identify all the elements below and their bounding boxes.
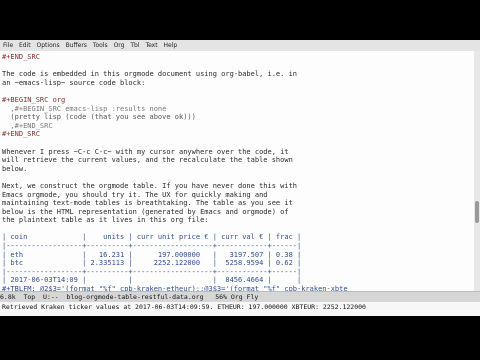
buffer-line[interactable]: the plaintext table as it lives in this …	[2, 216, 472, 225]
buffer-line[interactable]: #+BEGIN_SRC org	[2, 96, 472, 105]
buffer-line[interactable]: Whenever I press ~C-c C-c~ with my curso…	[2, 148, 472, 157]
buffer-line[interactable]: ,#+BEGIN_SRC emacs-lisp :results none	[2, 105, 472, 114]
buffer-line[interactable]: | btc | 2.335113 | 2252.122000 | 5258.95…	[2, 259, 472, 268]
buffer-line[interactable]	[2, 225, 472, 234]
buffer-line[interactable]: #+END_SRC	[2, 53, 472, 62]
buffer-line[interactable]: The code is embedded in this orgmode doc…	[2, 70, 472, 79]
menu-file[interactable]: File	[3, 42, 13, 49]
buffer-line[interactable]	[2, 62, 472, 71]
menu-edit[interactable]: Edit	[19, 42, 31, 49]
menu-help[interactable]: Help	[164, 42, 178, 49]
buffer-line[interactable]: ,#+END_SRC	[2, 122, 472, 131]
scrollbar[interactable]	[474, 51, 480, 291]
menu-bar: File Edit Options Buffers Tools Org Tbl …	[0, 40, 480, 51]
buffer-line[interactable]	[2, 173, 472, 182]
menu-tbl[interactable]: Tbl	[130, 42, 139, 49]
buffer-line[interactable]: (pretty lisp (code (that you see above o…	[2, 113, 472, 122]
buffer-line[interactable]	[2, 139, 472, 148]
emacs-window: File Edit Options Buffers Tools Org Tbl …	[0, 40, 480, 316]
buffer-line[interactable]: will retrieve the current values, and th…	[2, 156, 472, 165]
buffer-line[interactable]: |------------------+----------+---------…	[2, 242, 472, 251]
echo-area: Retrieved Kraken ticker values at 2017-0…	[0, 302, 480, 316]
buffer-line[interactable]: below is the HTML representation (genera…	[2, 208, 472, 217]
buffer-line[interactable]: maintaining text-mode tables is breathta…	[2, 199, 472, 208]
menu-buffers[interactable]: Buffers	[66, 42, 87, 49]
buffer-line[interactable]: #+END_SRC	[2, 130, 472, 139]
mode-line: 6.8k Top U:-- blog-orgmode-table-restful…	[0, 291, 480, 302]
buffer-line[interactable]: | eth | 16.231 | 197.000000 | 3197.507 |…	[2, 251, 472, 260]
menu-tools[interactable]: Tools	[93, 42, 108, 49]
buffer-line[interactable]: | 2017-06-03T14:09 | | | 8456.4664 | |	[2, 276, 472, 285]
menu-text[interactable]: Text	[145, 42, 157, 49]
buffer-line[interactable]	[2, 87, 472, 96]
buffer-line[interactable]: Next, we construct the orgmode table. If…	[2, 182, 472, 191]
buffer-line[interactable]: |------------------+----------+---------…	[2, 268, 472, 277]
menu-org[interactable]: Org	[114, 42, 125, 49]
buffer-line[interactable]: an ~emacs-lisp~ source code block:	[2, 79, 472, 88]
buffer-text[interactable]: #+END_SRC The code is embedded in this or…	[2, 53, 472, 291]
scrollbar-thumb[interactable]	[475, 201, 479, 223]
menu-options[interactable]: Options	[37, 42, 60, 49]
buffer-line[interactable]: | coin | units | curr unit price € | cur…	[2, 233, 472, 242]
buffer-line[interactable]: below.	[2, 165, 472, 174]
editor-buffer[interactable]: #+END_SRC The code is embedded in this or…	[0, 51, 480, 291]
buffer-line[interactable]: Emacs orgmode, you should try it. The UX…	[2, 191, 472, 200]
